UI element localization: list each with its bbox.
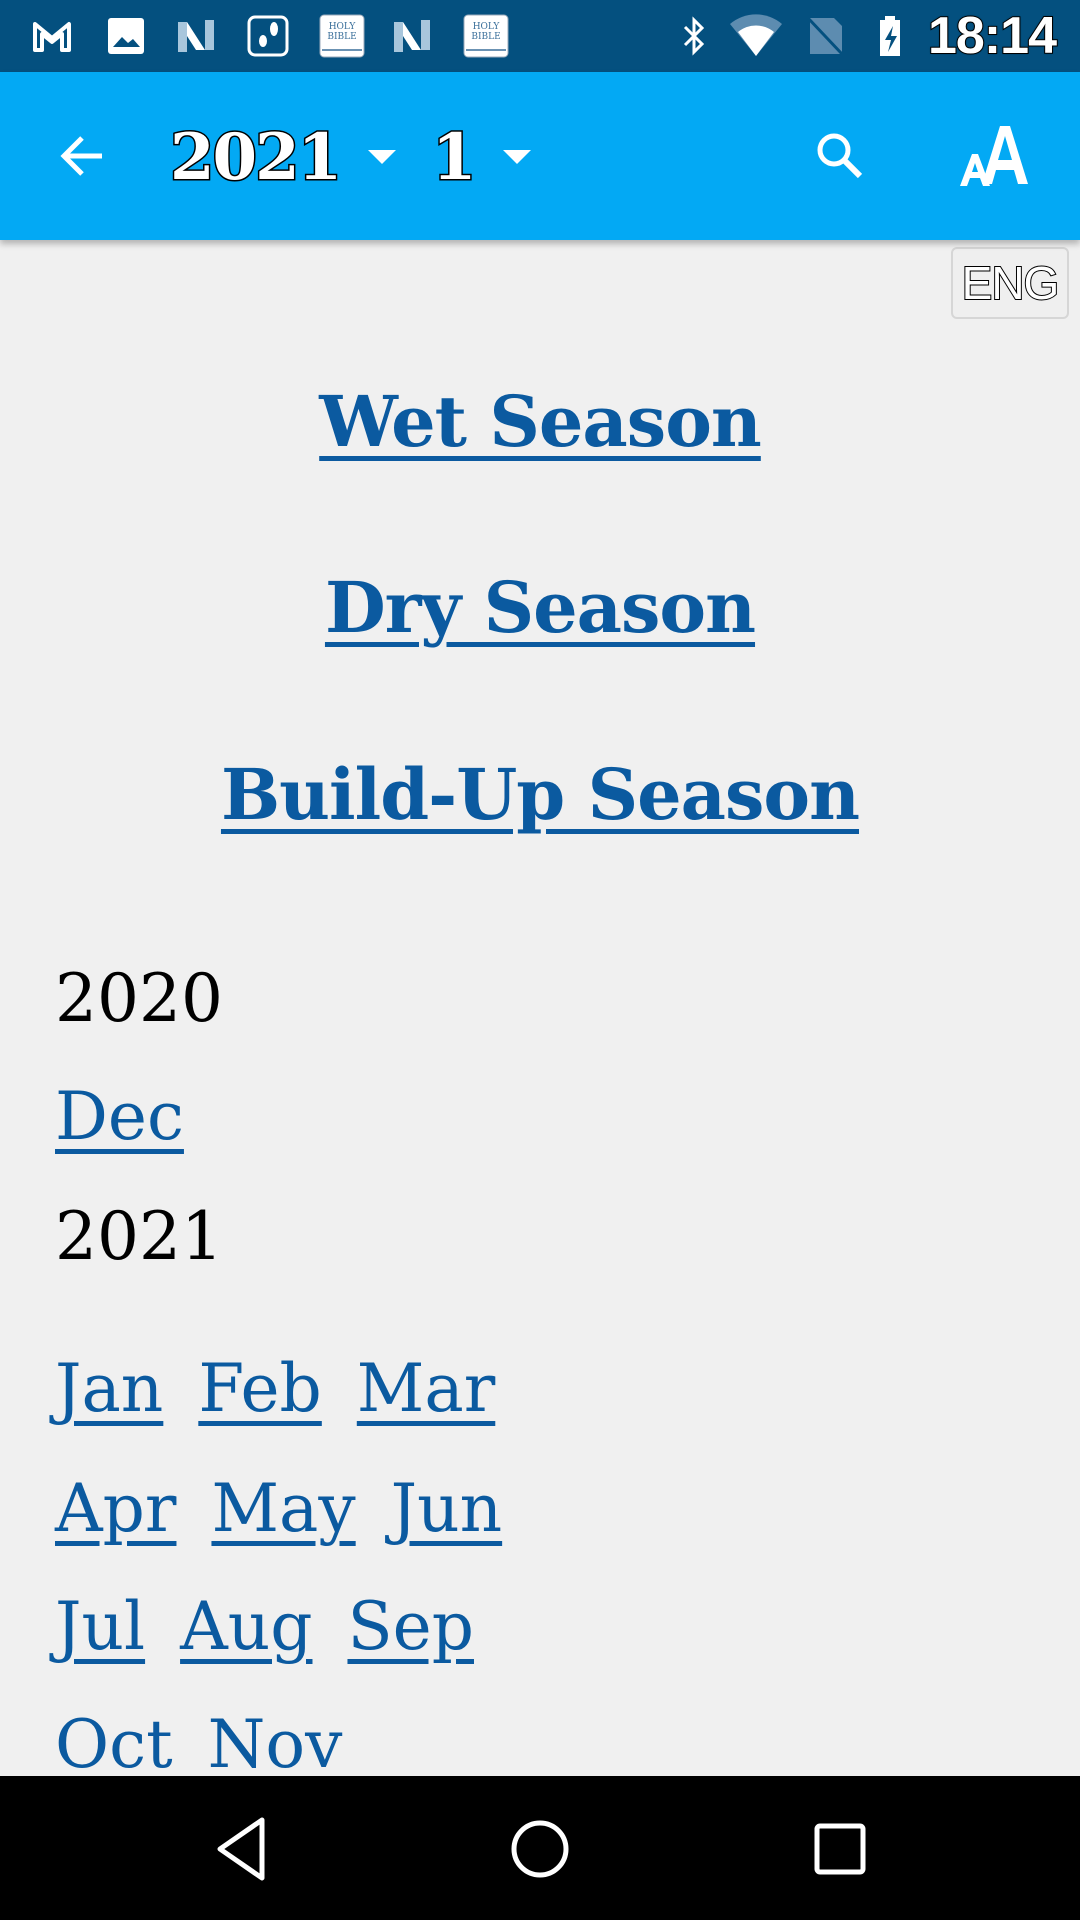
nav-home-icon[interactable] bbox=[505, 1814, 575, 1884]
wet-season-link[interactable]: Wet Season bbox=[319, 380, 762, 463]
svg-text:BIBLE: BIBLE bbox=[471, 32, 500, 42]
holy-bible-icon: HOLY BIBLE bbox=[463, 14, 509, 58]
footsteps-icon bbox=[247, 15, 289, 57]
back-arrow-icon[interactable] bbox=[52, 124, 116, 188]
dropdown-caret-icon bbox=[368, 150, 397, 164]
clock: 18:14 bbox=[927, 6, 1058, 66]
season-item: Dry Season bbox=[0, 566, 1080, 649]
month-link-jan[interactable]: Jan bbox=[55, 1350, 163, 1427]
month-link-may[interactable]: May bbox=[211, 1470, 355, 1547]
language-button[interactable]: ENG bbox=[951, 247, 1069, 319]
bluetooth-icon bbox=[683, 16, 705, 56]
month-row: Jul Aug Sep bbox=[55, 1588, 488, 1665]
season-item: Wet Season bbox=[0, 380, 1080, 463]
month-dropdown[interactable]: 1 bbox=[431, 112, 531, 202]
month-link-nov[interactable]: Nov bbox=[208, 1706, 343, 1776]
wifi-icon bbox=[730, 14, 782, 57]
battery-charging-icon bbox=[880, 16, 900, 56]
month-link-feb[interactable]: Feb bbox=[198, 1350, 322, 1427]
n-app-icon bbox=[394, 20, 430, 52]
month-link-oct[interactable]: Oct bbox=[55, 1706, 173, 1776]
holy-bible-icon: HOLY BIBLE bbox=[319, 14, 365, 58]
month-row: Jan Feb Mar bbox=[55, 1350, 509, 1427]
year-value: 2021 bbox=[168, 118, 343, 196]
month-link-mar[interactable]: Mar bbox=[357, 1350, 495, 1427]
month-link-sep[interactable]: Sep bbox=[347, 1588, 474, 1665]
navigation-bar bbox=[0, 1776, 1080, 1920]
year-dropdown[interactable]: 2021 bbox=[168, 112, 397, 202]
svg-text:BIBLE: BIBLE bbox=[327, 32, 356, 42]
month-link-aug[interactable]: Aug bbox=[180, 1588, 312, 1665]
n-app-icon bbox=[178, 20, 214, 52]
month-row: Apr May Jun bbox=[55, 1470, 516, 1547]
no-sim-icon bbox=[806, 16, 844, 56]
month-link-apr[interactable]: Apr bbox=[55, 1470, 176, 1547]
content-area: ENG Wet Season Dry Season Build-Up Seaso… bbox=[0, 240, 1080, 1776]
gallery-icon bbox=[108, 18, 144, 54]
build-up-season-link[interactable]: Build-Up Season bbox=[221, 753, 860, 836]
dropdown-caret-icon bbox=[502, 150, 531, 164]
year-heading-2021: 2021 bbox=[55, 1198, 223, 1275]
svg-text:HOLY: HOLY bbox=[473, 22, 501, 32]
dry-season-link[interactable]: Dry Season bbox=[325, 566, 756, 649]
month-row: Dec bbox=[55, 1078, 198, 1155]
month-value: 1 bbox=[431, 118, 478, 196]
season-item: Build-Up Season bbox=[0, 753, 1080, 836]
year-heading-2020: 2020 bbox=[55, 960, 223, 1037]
nav-back-icon[interactable] bbox=[206, 1814, 276, 1884]
search-icon[interactable] bbox=[808, 124, 872, 188]
gmail-icon bbox=[33, 22, 71, 52]
month-link-jul[interactable]: Jul bbox=[55, 1588, 145, 1665]
svg-text:HOLY: HOLY bbox=[329, 22, 357, 32]
status-bar: HOLY BIBLE HOLY BIBLE 18:14 bbox=[0, 0, 1080, 72]
nav-recents-icon[interactable] bbox=[805, 1814, 875, 1884]
month-link-jun[interactable]: Jun bbox=[391, 1470, 502, 1547]
month-link-dec-2020[interactable]: Dec bbox=[55, 1078, 184, 1155]
app-bar: 2021 1 bbox=[0, 72, 1080, 240]
month-row: Oct Nov bbox=[55, 1706, 356, 1776]
font-size-icon[interactable] bbox=[956, 120, 1036, 190]
